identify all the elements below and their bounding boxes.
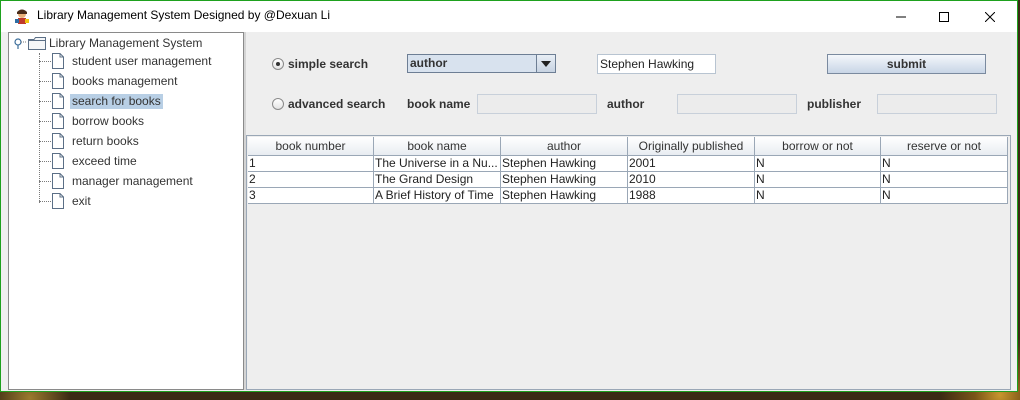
folder-icon: [28, 37, 46, 53]
tree-item-label: manager management: [72, 174, 193, 188]
tree-item-label: borrow books: [72, 114, 145, 128]
publisher-label: publisher: [807, 97, 862, 111]
advanced-search-label[interactable]: advanced search: [288, 97, 385, 111]
table-cell[interactable]: A Brief History of Time: [374, 188, 501, 204]
author-input[interactable]: [677, 94, 797, 114]
table-cell[interactable]: 1988: [628, 188, 755, 204]
simple-search-label[interactable]: simple search: [288, 57, 368, 71]
document-icon: [52, 133, 64, 152]
table-cell[interactable]: Stephen Hawking: [501, 156, 628, 172]
table-row[interactable]: 1 The Universe in a Nu... Stephen Hawkin…: [248, 156, 1008, 172]
app-window: Library Management System Designed by @D…: [0, 0, 1018, 392]
table-row[interactable]: 3 A Brief History of Time Stephen Hawkin…: [248, 188, 1008, 204]
advanced-search-radio[interactable]: [272, 98, 284, 110]
tree-root-label[interactable]: Library Management System: [49, 36, 202, 50]
tree-item-borrow-books[interactable]: borrow books: [39, 112, 239, 132]
tree-item-label-selected: search for books: [70, 94, 163, 109]
book-name-input[interactable]: [477, 94, 597, 114]
book-name-label: book name: [407, 97, 471, 111]
tree-item-exit[interactable]: exit: [39, 192, 239, 212]
maximize-icon: [939, 11, 949, 22]
maximize-button[interactable]: [921, 1, 967, 32]
table-cell[interactable]: 1: [248, 156, 374, 172]
table-cell[interactable]: 2001: [628, 156, 755, 172]
minimize-button[interactable]: [878, 1, 924, 32]
tree-item-return-books[interactable]: return books: [39, 132, 239, 152]
document-icon: [52, 93, 64, 112]
table-cell[interactable]: N: [881, 156, 1008, 172]
table-cell[interactable]: Stephen Hawking: [501, 188, 628, 204]
search-field-select[interactable]: author: [407, 54, 556, 73]
search-field-value: author: [410, 56, 448, 70]
column-header[interactable]: author: [501, 137, 628, 156]
table-cell[interactable]: The Universe in a Nu...: [374, 156, 501, 172]
author-label: author: [607, 97, 645, 111]
results-table: book number book name author Originally …: [246, 135, 1011, 390]
column-header[interactable]: Originally published: [628, 137, 755, 156]
column-header[interactable]: book number: [248, 137, 374, 156]
tree-item-search-for-books[interactable]: search for books: [39, 92, 239, 112]
table-cell[interactable]: The Grand Design: [374, 172, 501, 188]
table-cell[interactable]: N: [881, 172, 1008, 188]
simple-search-radio[interactable]: [272, 58, 284, 70]
document-icon: [52, 113, 64, 132]
submit-button[interactable]: submit: [827, 54, 986, 74]
table-cell[interactable]: N: [755, 188, 881, 204]
table-cell[interactable]: 2010: [628, 172, 755, 188]
tree-item-exceed-time[interactable]: exceed time: [39, 152, 239, 172]
navigation-tree: Library Management System student user m…: [8, 32, 244, 390]
tree-item-manager-management[interactable]: manager management: [39, 172, 239, 192]
table-cell[interactable]: Stephen Hawking: [501, 172, 628, 188]
minimize-icon: [896, 16, 906, 17]
document-icon: [52, 53, 64, 72]
tree-item-label: student user management: [72, 54, 212, 68]
librarian-icon: [13, 8, 31, 24]
tree-item-label: exit: [72, 194, 91, 208]
document-icon: [52, 73, 64, 92]
document-icon: [52, 173, 64, 192]
document-icon: [52, 193, 64, 212]
title-bar[interactable]: Library Management System Designed by @D…: [1, 1, 1017, 32]
column-header[interactable]: reserve or not: [881, 137, 1008, 156]
table-body: 1 The Universe in a Nu... Stephen Hawkin…: [248, 156, 1008, 204]
content-area: Library Management System student user m…: [8, 32, 1011, 390]
column-header[interactable]: borrow or not: [755, 137, 881, 156]
table-cell[interactable]: 2: [248, 172, 374, 188]
publisher-input[interactable]: [877, 94, 997, 114]
tree-item-student-user-management[interactable]: student user management: [39, 52, 239, 72]
tree-item-label: books management: [72, 74, 178, 88]
column-header[interactable]: book name: [374, 137, 501, 156]
table-cell[interactable]: N: [755, 172, 881, 188]
dropdown-arrow-icon[interactable]: [536, 55, 555, 72]
window-title: Library Management System Designed by @D…: [37, 8, 330, 22]
close-button[interactable]: [967, 1, 1013, 32]
table-row[interactable]: 2 The Grand Design Stephen Hawking 2010 …: [248, 172, 1008, 188]
table-header: book number book name author Originally …: [248, 137, 1008, 156]
search-panel: simple search author submit advanced sea…: [246, 32, 1011, 390]
search-query-input[interactable]: [597, 54, 716, 74]
document-icon: [52, 153, 64, 172]
table-cell[interactable]: N: [755, 156, 881, 172]
tree-expand-handle-icon[interactable]: [14, 37, 26, 52]
tree-item-label: return books: [72, 134, 139, 148]
tree-item-books-management[interactable]: books management: [39, 72, 239, 92]
table-cell[interactable]: N: [881, 188, 1008, 204]
table-cell[interactable]: 3: [248, 188, 374, 204]
tree-item-label: exceed time: [72, 154, 137, 168]
close-icon: [985, 11, 995, 22]
